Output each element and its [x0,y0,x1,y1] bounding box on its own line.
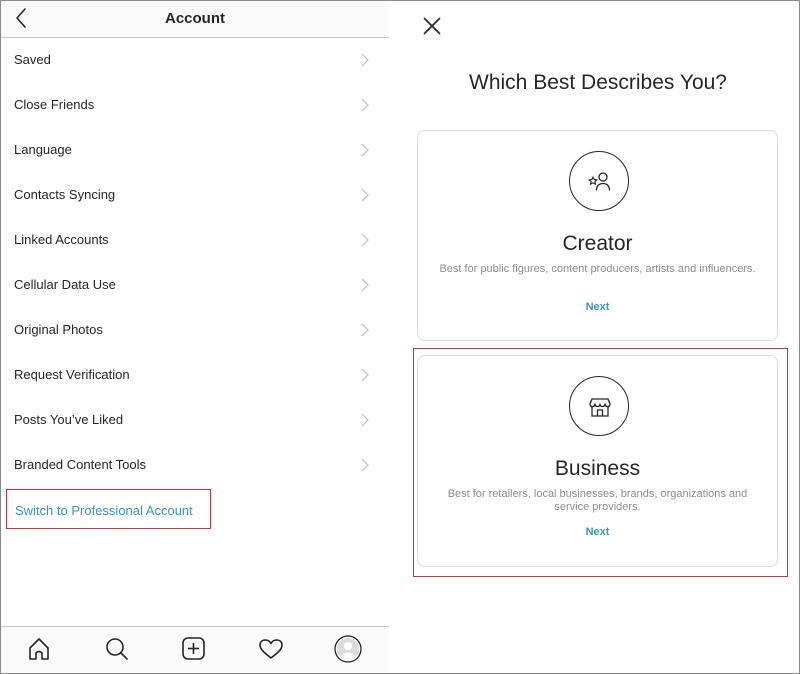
close-icon [423,17,441,35]
chevron-right-icon [361,323,369,337]
business-next-button[interactable]: Next [418,526,777,538]
page-title: Which Best Describes You? [469,71,727,94]
close-button[interactable] [421,15,443,37]
account-menu: Saved Close Friends Language Contacts Sy… [1,38,389,488]
menu-item-close-friends[interactable]: Close Friends [1,83,389,128]
switch-to-professional-account-link[interactable]: Switch to Professional Account [6,489,211,529]
menu-item-label: Linked Accounts [14,232,109,247]
creator-description: Best for public figures, content produce… [439,263,756,275]
business-option-card[interactable]: Business Best for retailers, local busin… [417,355,778,567]
menu-item-label: Close Friends [14,97,95,112]
menu-item-label: Branded Content Tools [14,457,147,472]
tab-new-post[interactable] [180,635,208,663]
menu-item-linked-accounts[interactable]: Linked Accounts [1,218,389,263]
menu-item-cellular-data-use[interactable]: Cellular Data Use [1,263,389,308]
account-header: Account [1,1,389,38]
creator-next-button[interactable]: Next [418,301,777,313]
menu-item-language[interactable]: Language [1,128,389,173]
account-type-panel: Which Best Describes You? Creator Best f… [389,1,798,672]
business-icon-circle [569,376,629,436]
switch-to-professional-account-label: Switch to Professional Account [15,503,193,518]
chevron-right-icon [361,143,369,157]
tab-profile[interactable] [334,635,362,663]
menu-item-saved[interactable]: Saved [1,38,389,83]
business-title: Business [554,457,641,480]
bottom-tab-bar [1,626,389,673]
menu-item-label: Language [14,142,72,157]
menu-item-label: Cellular Data Use [14,277,116,292]
menu-item-contacts-syncing[interactable]: Contacts Syncing [1,173,389,218]
plus-square-icon [182,637,205,660]
menu-item-branded-content-tools[interactable]: Branded Content Tools [1,443,389,488]
business-description: Best for retailers, local businesses, br… [447,488,748,513]
creator-icon-circle [569,151,629,211]
tab-home[interactable] [25,635,53,663]
page-title: Account [165,10,225,27]
chevron-right-icon [361,188,369,202]
menu-item-original-photos[interactable]: Original Photos [1,308,389,353]
chevron-right-icon [361,368,369,382]
chevron-right-icon [361,53,369,67]
chevron-right-icon [361,458,369,472]
chevron-right-icon [361,413,369,427]
menu-item-label: Original Photos [14,322,103,337]
account-settings-panel: Account Saved Close Friends Language Con… [1,1,389,673]
menu-item-request-verification[interactable]: Request Verification [1,353,389,398]
tab-activity[interactable] [257,635,285,663]
avatar-icon [334,635,362,663]
chevron-right-icon [361,98,369,112]
chevron-right-icon [361,233,369,247]
menu-item-label: Request Verification [14,367,130,382]
storefront-icon [589,398,611,417]
search-icon [106,638,128,660]
tab-search[interactable] [103,635,131,663]
heart-icon [259,639,283,659]
creator-star-person-icon [588,172,611,191]
menu-item-label: Posts You’ve Liked [14,412,124,427]
chevron-right-icon [361,278,369,292]
menu-item-label: Saved [14,52,51,67]
creator-title: Creator [562,232,633,255]
menu-item-posts-youve-liked[interactable]: Posts You’ve Liked [1,398,389,443]
home-icon [29,638,49,660]
creator-option-card[interactable]: Creator Best for public figures, content… [417,130,778,341]
menu-item-label: Contacts Syncing [14,187,116,202]
